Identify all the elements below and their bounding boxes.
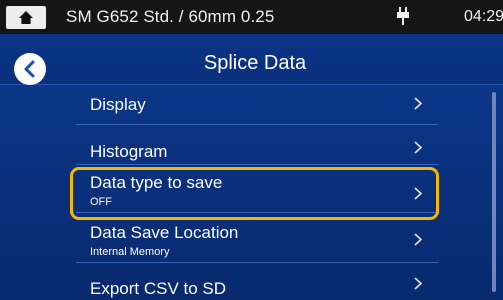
menu-item-export-csv-to-sd[interactable]: Export CSV to SD bbox=[76, 262, 438, 300]
chevron-left-icon bbox=[24, 60, 35, 78]
menu-item-histogram[interactable]: Histogram bbox=[76, 124, 438, 165]
home-button[interactable] bbox=[6, 6, 46, 29]
chevron-right-icon bbox=[414, 141, 422, 154]
status-bar: SM G652 Std. / 60mm 0.25 04:29 bbox=[0, 0, 503, 34]
back-button[interactable] bbox=[14, 53, 46, 85]
plug-icon bbox=[397, 7, 409, 25]
menu-item-value: Internal Memory bbox=[90, 246, 170, 258]
scrollbar[interactable] bbox=[492, 92, 496, 292]
clock: 04:29 bbox=[464, 8, 503, 25]
chevron-right-icon bbox=[414, 97, 422, 110]
page-title: Splice Data bbox=[203, 52, 307, 74]
chevron-right-icon bbox=[414, 277, 422, 290]
menu-item-label: Export CSV to SD bbox=[90, 279, 227, 298]
menu-item-label: Data Save Location bbox=[90, 223, 239, 242]
menu-item-display[interactable]: Display bbox=[76, 84, 438, 125]
menu-item-label: Histogram bbox=[90, 142, 168, 161]
splice-data-screen: SM G652 Std. / 60mm 0.25 04:29 Splice Da… bbox=[0, 0, 503, 300]
chevron-right-icon bbox=[414, 233, 422, 246]
home-icon bbox=[19, 11, 33, 24]
fiber-profile-title: SM G652 Std. / 60mm 0.25 bbox=[66, 7, 275, 26]
selection-highlight bbox=[70, 167, 439, 220]
menu-item-label: Display bbox=[90, 95, 146, 114]
